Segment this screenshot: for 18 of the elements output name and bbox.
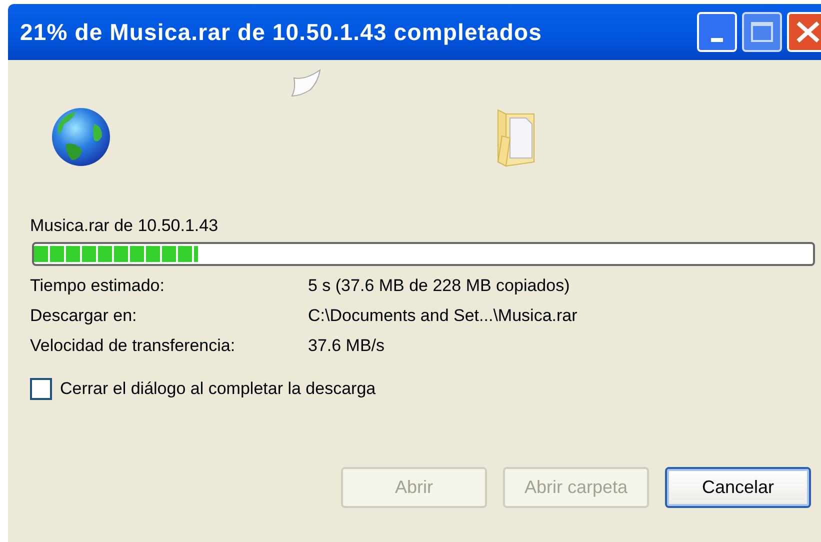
- minimize-icon: [711, 38, 723, 42]
- dialog-button[interactable]: Cancelar: [665, 467, 811, 508]
- detail-label: Velocidad de transferencia:: [30, 336, 236, 356]
- checkbox[interactable]: [30, 378, 52, 400]
- detail-value: 37.6 MB/s: [308, 336, 385, 356]
- window-title: 21% de Musica.rar de 10.50.1.43 completados: [20, 18, 544, 47]
- globe-icon: [50, 106, 112, 168]
- close-icon: [795, 21, 821, 43]
- detail-label: Descargar en:: [30, 306, 138, 326]
- minimize-button[interactable]: [697, 12, 737, 52]
- source-label: Musica.rar de 10.50.1.43: [30, 216, 218, 236]
- maximize-button[interactable]: [742, 12, 782, 52]
- detail-label: Tiempo estimado:: [30, 276, 166, 296]
- close-button[interactable]: [787, 12, 821, 52]
- checkbox-label: Cerrar el diálogo al completar la descarga: [60, 378, 376, 400]
- maximize-icon: [751, 22, 773, 42]
- detail-value: C:\Documents and Set...\Musica.rar: [308, 306, 578, 326]
- detail-value: 5 s (37.6 MB de 228 MB copiados): [308, 276, 570, 296]
